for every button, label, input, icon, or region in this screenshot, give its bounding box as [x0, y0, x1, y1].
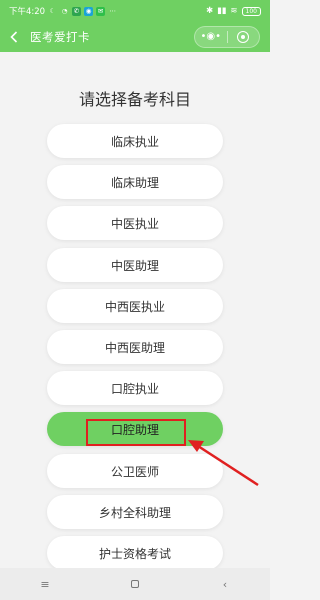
- nav-bar: 医考爱打卡 •◉•: [0, 22, 270, 52]
- subject-option[interactable]: 护士资格考试: [47, 536, 223, 570]
- page-title: 请选择备考科目: [78, 90, 191, 109]
- subject-option[interactable]: 临床助理: [47, 165, 223, 199]
- more-notifications-icon: ⋯: [109, 6, 116, 15]
- app-notification-icon: ◉: [84, 6, 94, 16]
- mini-program-capsule: •◉•: [194, 26, 260, 48]
- system-nav-bar: ≡ ‹: [0, 568, 270, 600]
- subject-option[interactable]: 口腔执业: [47, 371, 223, 405]
- nav-title: 医考爱打卡: [30, 30, 90, 44]
- phone-app-icon: ✆: [72, 6, 82, 16]
- system-back-button[interactable]: ‹: [195, 578, 255, 591]
- system-menu-button[interactable]: ≡: [15, 578, 75, 591]
- status-bar: 下午4:20 ☾ ◔ ✆ ◉ ✉ ⋯ ✱ ▮▮ ≋ 100: [0, 0, 270, 22]
- more-dots-icon: •◉•: [200, 31, 222, 42]
- header-area: 下午4:20 ☾ ◔ ✆ ◉ ✉ ⋯ ✱ ▮▮ ≋ 100 医考爱打卡 •◉•: [0, 0, 270, 52]
- subject-option[interactable]: 中医助理: [47, 248, 223, 282]
- target-circle-icon: [237, 31, 250, 43]
- more-button[interactable]: •◉•: [195, 27, 227, 47]
- subject-option[interactable]: 乡村全科助理: [47, 495, 223, 529]
- back-triangle-icon: ‹: [222, 577, 228, 591]
- annotation-highlight-box: [86, 419, 186, 446]
- back-button[interactable]: [0, 22, 28, 52]
- subject-option[interactable]: 公卫医师: [47, 454, 223, 488]
- subject-option[interactable]: 中西医助理: [47, 330, 223, 364]
- moon-icon: ☾: [49, 6, 56, 15]
- alarm-icon: ◔: [61, 6, 68, 15]
- subject-option[interactable]: 中医执业: [47, 206, 223, 240]
- close-button[interactable]: [228, 27, 260, 47]
- wifi-icon: ≋: [230, 6, 238, 16]
- back-chevron-icon: [10, 31, 18, 43]
- home-square-icon: [131, 579, 139, 588]
- status-time: 下午4:20: [9, 7, 46, 17]
- signal-icon: ▮▮: [217, 6, 227, 16]
- subject-option[interactable]: 临床执业: [47, 124, 223, 158]
- subject-option[interactable]: 中西医执业: [47, 289, 223, 323]
- menu-lines-icon: ≡: [40, 577, 50, 591]
- bluetooth-icon: ✱: [205, 6, 214, 16]
- battery-indicator: 100: [241, 6, 261, 16]
- system-home-button[interactable]: [105, 578, 165, 591]
- wechat-notification-icon: ✉: [96, 6, 106, 16]
